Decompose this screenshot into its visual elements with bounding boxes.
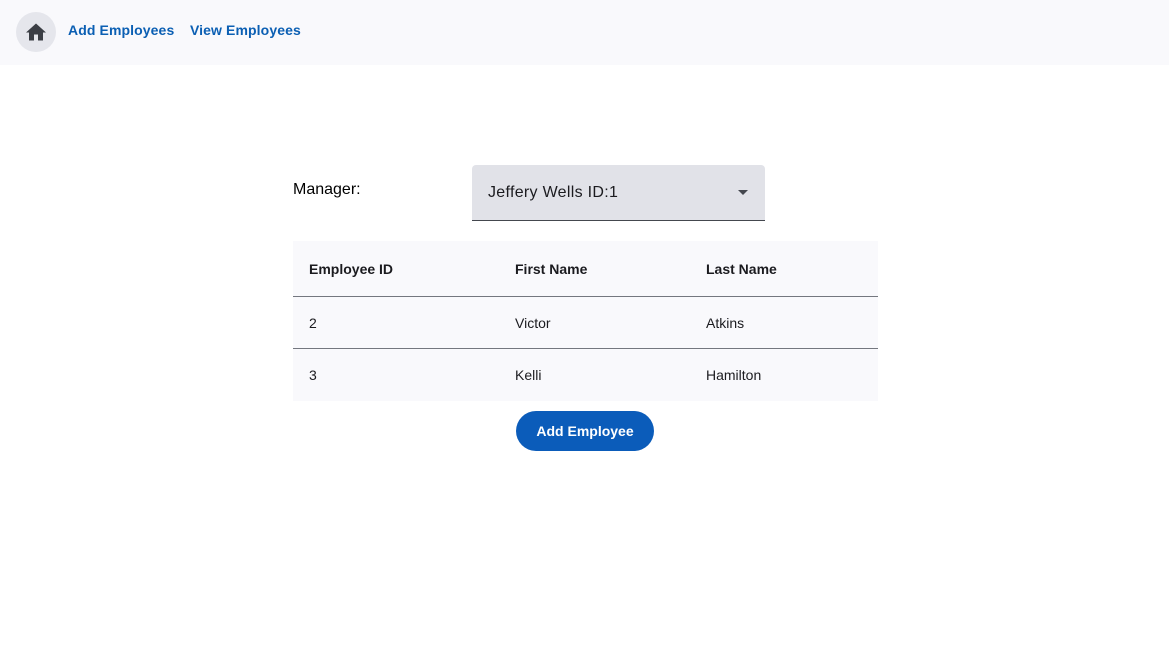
top-toolbar: Add Employees View Employees: [0, 0, 1169, 65]
employees-table: Employee ID First Name Last Name 2 Victo…: [293, 241, 878, 401]
nav-view-employees-link[interactable]: View Employees: [190, 22, 301, 38]
add-employee-button[interactable]: Add Employee: [516, 411, 654, 451]
column-header-last-name: Last Name: [706, 261, 777, 277]
table-row: 2 Victor Atkins: [293, 297, 878, 349]
cell-first-name: Victor: [515, 315, 551, 331]
column-header-employee-id: Employee ID: [309, 261, 394, 277]
home-button[interactable]: [16, 12, 56, 52]
cell-last-name: Hamilton: [706, 367, 762, 383]
cell-last-name: Atkins: [706, 315, 745, 331]
column-header-first-name: First Name: [515, 261, 588, 277]
table-header-row: Employee ID First Name Last Name: [293, 241, 878, 297]
manager-select[interactable]: Jeffery Wells ID:1: [472, 165, 765, 221]
nav-add-employees-link[interactable]: Add Employees: [68, 22, 174, 38]
cell-employee-id: 3: [309, 367, 317, 383]
cell-first-name: Kelli: [515, 367, 542, 383]
cell-employee-id: 2: [309, 315, 317, 331]
manager-label: Manager:: [293, 181, 361, 198]
home-icon: [26, 23, 46, 41]
dropdown-arrow-icon: [738, 190, 748, 195]
table-row: 3 Kelli Hamilton: [293, 349, 878, 401]
manager-select-value: Jeffery Wells ID:1: [488, 184, 619, 201]
